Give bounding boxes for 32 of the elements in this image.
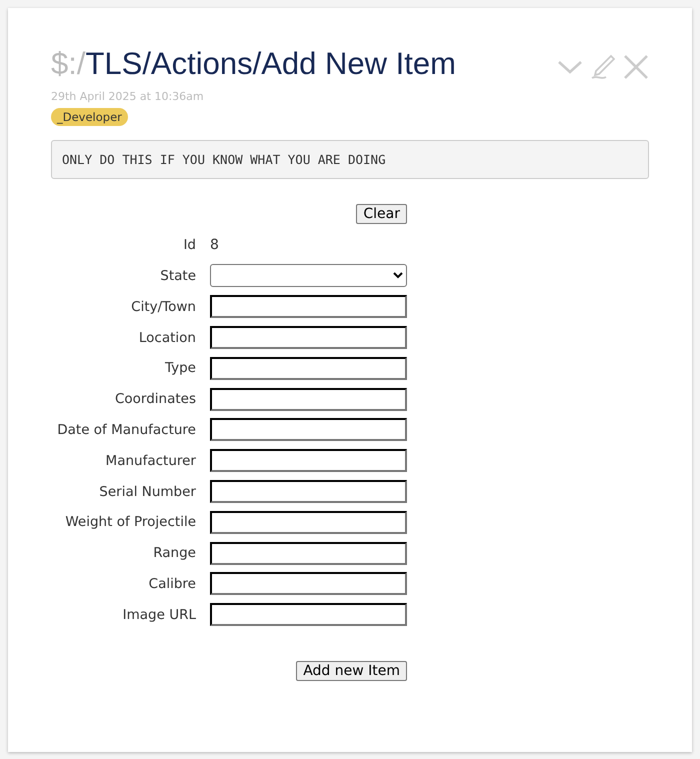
- add-item-button[interactable]: Add new Item: [296, 660, 407, 681]
- field-label: Range: [152, 545, 196, 562]
- input-field[interactable]: [210, 603, 407, 626]
- state-dropdown[interactable]: [210, 264, 407, 288]
- input-field[interactable]: [210, 542, 407, 565]
- input-field[interactable]: [210, 418, 407, 442]
- field-label: Manufacturer: [104, 452, 196, 469]
- input-field[interactable]: [210, 510, 407, 534]
- input-field[interactable]: [210, 480, 407, 504]
- tiddler-title: $:/TLS/Actions/Add New Item: [51, 46, 456, 82]
- field-label: Serial Number: [98, 484, 196, 500]
- modified-date: 29th April 2025 at 10:36am: [51, 90, 205, 103]
- field-label: Type: [164, 360, 196, 376]
- input-field[interactable]: [210, 295, 407, 318]
- field-label: State: [159, 268, 196, 284]
- field-label: Coordinates: [114, 391, 196, 408]
- input-field[interactable]: [210, 388, 407, 411]
- field-value: 8: [210, 237, 220, 254]
- input-field[interactable]: [210, 572, 407, 596]
- field-label: Weight of Projectile: [64, 514, 196, 530]
- field-label: City/Town: [130, 298, 196, 315]
- field-label: Image URL: [122, 606, 196, 623]
- tag-pill[interactable]: _Developer: [51, 108, 128, 126]
- field-label: Calibre: [148, 576, 196, 592]
- warning-code-block: ONLY DO THIS IF YOU KNOW WHAT YOU ARE DOING: [51, 140, 649, 179]
- field-label: Id: [182, 237, 196, 254]
- clear-button[interactable]: Clear: [356, 204, 407, 224]
- input-field[interactable]: [210, 326, 407, 350]
- input-field[interactable]: [210, 449, 407, 472]
- field-label: Location: [138, 330, 196, 346]
- input-field[interactable]: [210, 356, 407, 380]
- field-label: Date of Manufacture: [56, 422, 196, 438]
